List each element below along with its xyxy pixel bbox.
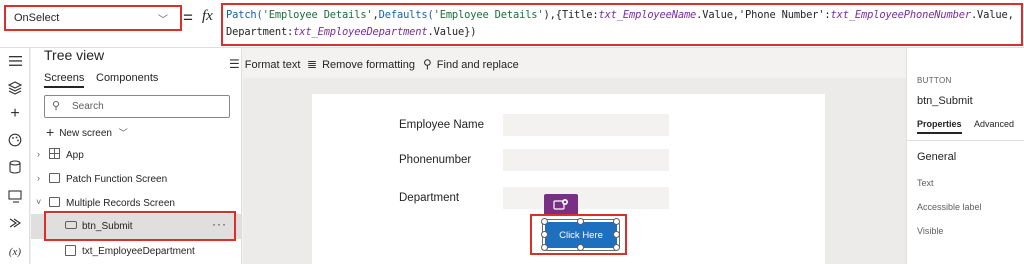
left-rail: + (x)	[0, 48, 30, 264]
resize-handle[interactable]	[541, 231, 548, 238]
tab-screens[interactable]: Screens	[44, 72, 85, 88]
tree-node-txt-employeedepartment[interactable]: txt_EmployeeDepartment	[31, 240, 242, 262]
control-type: BUTTON	[917, 76, 952, 85]
resize-handle[interactable]	[541, 218, 548, 225]
tab-components[interactable]: Components	[96, 72, 158, 84]
search-icon: ⚲	[423, 57, 432, 71]
tab-properties[interactable]: Properties	[917, 119, 962, 134]
chevron-right-icon: ›	[37, 173, 40, 183]
properties-panel: BUTTON btn_Submit Properties Advanced Ge…	[906, 48, 1024, 264]
advanced-tools-icon[interactable]	[6, 214, 24, 232]
resize-handle[interactable]	[577, 218, 584, 225]
chevron-down-icon: ﹀	[118, 128, 128, 138]
tree-view-title: Tree view	[44, 47, 105, 63]
text-input-icon	[65, 245, 76, 256]
label-employee-name: Employee Name	[399, 119, 485, 131]
property-dropdown[interactable]: OnSelect ﹀	[4, 5, 182, 31]
app-screen-canvas[interactable]: Employee Name Phonenumber Department Cli…	[312, 94, 825, 264]
chevron-down-icon: ﹀	[158, 15, 168, 26]
property-text[interactable]: Text	[917, 178, 934, 188]
formula-token: Defaults(	[378, 9, 434, 21]
property-visible[interactable]: Visible	[917, 226, 943, 236]
format-text-label: Format text	[244, 59, 301, 71]
search-icon: ⚲	[52, 100, 61, 112]
txt-employee-name-input[interactable]	[503, 114, 669, 136]
app-icon	[49, 148, 60, 159]
selection-highlight-outline	[44, 211, 236, 241]
formula-toolbar: ☰ Format text ≣ Remove formatting ⚲ Find an…	[229, 48, 906, 78]
formula-token: .Value})	[427, 26, 477, 38]
formula-token: 'Employee Details'	[433, 9, 544, 21]
remove-formatting-button[interactable]: ≣ Remove formatting	[307, 57, 415, 71]
section-general: General	[917, 151, 957, 163]
tree-node-label: Multiple Records Screen	[66, 198, 175, 209]
plus-icon: +	[46, 124, 55, 140]
label-phonenumber: Phonenumber	[399, 154, 472, 166]
property-dropdown-value: OnSelect	[14, 12, 60, 24]
formula-token: txt_EmployeePhoneNumber	[830, 9, 972, 21]
format-text-button[interactable]: ☰ Format text	[229, 57, 300, 71]
screen-icon	[49, 173, 60, 183]
formula-token: txt_EmployeeDepartment	[293, 26, 428, 38]
formula-token: ),{Title:	[543, 9, 599, 21]
formula-token: txt_EmployeeName	[598, 9, 697, 21]
formula-token: .Value,	[970, 9, 1014, 21]
txt-employee-department-input[interactable]	[503, 187, 669, 209]
property-accessible-label[interactable]: Accessible label	[917, 202, 982, 212]
formula-input[interactable]: Patch('Employee Details',Defaults('Emplo…	[221, 3, 1023, 46]
hamburger-icon[interactable]	[6, 52, 24, 70]
search-placeholder: Search	[72, 101, 104, 112]
find-replace-button[interactable]: ⚲ Find and replace	[423, 57, 519, 71]
formula-token: Department:	[226, 26, 294, 38]
find-replace-label: Find and replace	[436, 59, 519, 71]
database-icon[interactable]	[6, 158, 24, 176]
tree-node-label: txt_EmployeeDepartment	[82, 246, 195, 257]
formula-token: Patch(	[226, 9, 263, 21]
tree-node-app[interactable]: › App	[31, 144, 242, 166]
media-icon[interactable]	[6, 187, 24, 205]
formula-token: 'Employee Details'	[262, 9, 373, 21]
tree-node-label: Patch Function Screen	[66, 174, 168, 185]
txt-employee-phone-input[interactable]	[503, 149, 669, 171]
label-department: Department	[399, 192, 460, 204]
chevron-down-icon: ˅	[36, 197, 42, 207]
resize-handle[interactable]	[613, 218, 620, 225]
variables-icon[interactable]: (x)	[6, 243, 24, 261]
new-screen-label: New screen	[59, 128, 112, 139]
format-text-icon: ☰	[229, 57, 240, 71]
formula-line-2: Department:txt_EmployeeDepartment.Value}…	[226, 24, 1018, 41]
resize-handle[interactable]	[613, 244, 620, 251]
plus-icon[interactable]: +	[6, 105, 24, 123]
new-screen-button[interactable]: + New screen ﹀	[46, 124, 128, 140]
tree-node-label: App	[66, 150, 84, 161]
tree-search-input[interactable]: ⚲ Search	[44, 95, 230, 118]
formula-line-1: Patch('Employee Details',Defaults('Emplo…	[226, 7, 1018, 24]
canvas-area: Employee Name Phonenumber Department Cli…	[243, 78, 906, 264]
resize-handle[interactable]	[577, 244, 584, 251]
formula-token: .Value,'Phone Number':	[696, 9, 831, 21]
formula-bar: OnSelect ﹀ = fx Patch('Employee Details'…	[0, 0, 1024, 48]
layers-icon[interactable]	[6, 79, 24, 97]
remove-formatting-label: Remove formatting	[322, 59, 415, 71]
control-name: btn_Submit	[917, 95, 973, 107]
palette-icon[interactable]	[6, 131, 24, 149]
equals-sign: =	[183, 8, 193, 27]
resize-handle[interactable]	[613, 231, 620, 238]
tree-node-patch-function-screen[interactable]: › Patch Function Screen	[31, 168, 242, 190]
chevron-right-icon: ›	[37, 149, 40, 159]
power-apps-studio: OnSelect ﹀ = fx Patch('Employee Details'…	[0, 0, 1024, 264]
screen-icon	[49, 197, 60, 207]
remove-formatting-icon: ≣	[307, 57, 318, 71]
divider	[907, 140, 1024, 141]
resize-handle[interactable]	[541, 244, 548, 251]
copilot-icon[interactable]	[544, 194, 578, 216]
fx-icon[interactable]: fx	[202, 8, 213, 25]
tab-advanced[interactable]: Advanced	[974, 119, 1014, 129]
